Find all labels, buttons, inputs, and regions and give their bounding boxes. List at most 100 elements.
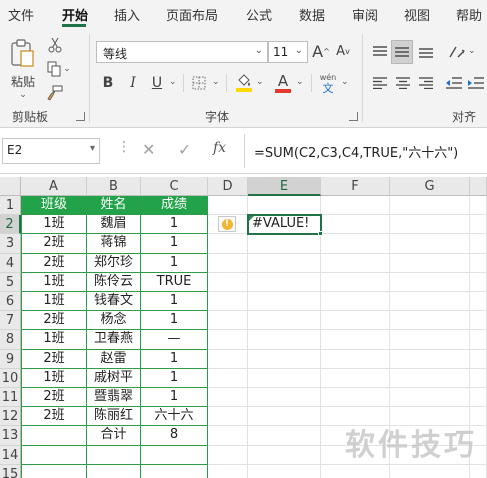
paste-dropdown-icon[interactable]: ⌄ (19, 90, 27, 100)
cell-overflow[interactable] (470, 349, 487, 369)
enter-icon[interactable]: ✓ (178, 140, 191, 159)
cell-c9[interactable]: 1 (141, 349, 208, 369)
format-painter-button[interactable] (44, 83, 66, 103)
cell-f11[interactable] (321, 388, 390, 408)
bold-button[interactable]: B (99, 72, 117, 94)
cell-b7[interactable]: 杨念 (87, 311, 141, 331)
cell-f6[interactable] (321, 292, 390, 312)
cell-a1[interactable]: 班级 (21, 196, 87, 216)
cell-a9[interactable]: 2班 (21, 349, 87, 369)
column-header-a[interactable]: A (21, 177, 87, 196)
cell-b8[interactable]: 卫春燕 (87, 330, 141, 350)
cell-f1[interactable] (321, 196, 390, 216)
cell-c4[interactable]: 1 (141, 253, 208, 273)
formula-input[interactable]: =SUM(C2,C3,C4,TRUE,"六十六") (254, 142, 458, 161)
cell-overflow[interactable] (470, 215, 487, 235)
cancel-icon[interactable]: ✕ (142, 140, 155, 159)
column-header-f[interactable]: F (321, 177, 390, 196)
cell-d7[interactable] (208, 311, 248, 331)
align-right-button[interactable] (416, 73, 436, 93)
cell-c12[interactable]: 六十六 (141, 407, 208, 427)
cell-c13[interactable]: 8 (141, 426, 208, 446)
row-header-8[interactable]: 8 (0, 330, 21, 350)
cell-g10[interactable] (390, 368, 470, 388)
cell-c3[interactable]: 1 (141, 234, 208, 254)
row-header-15[interactable]: 15 (0, 464, 21, 478)
column-header-e[interactable]: E (248, 177, 321, 196)
cell-b15[interactable] (87, 464, 141, 478)
cell-d13[interactable] (208, 426, 248, 446)
row-header-9[interactable]: 9 (0, 349, 21, 369)
cell-d14[interactable] (208, 445, 248, 465)
cell-f5[interactable] (321, 272, 390, 292)
column-header-c[interactable]: C (141, 177, 208, 196)
cell-c7[interactable]: 1 (141, 311, 208, 331)
cell-b10[interactable]: 戚树平 (87, 368, 141, 388)
cell-g4[interactable] (390, 253, 470, 273)
copy-button[interactable]: ⌄ (44, 59, 74, 79)
tab-file[interactable]: 文件 (8, 5, 34, 24)
cell-c14[interactable] (141, 445, 208, 465)
cell-d15[interactable] (208, 464, 248, 478)
cell-e8[interactable] (248, 330, 321, 350)
decrease-indent-button[interactable] (444, 73, 464, 93)
row-header-5[interactable]: 5 (0, 272, 21, 292)
row-header-10[interactable]: 10 (0, 368, 21, 388)
cell-f2[interactable] (321, 215, 390, 235)
row-header-2[interactable]: 2 (0, 215, 21, 235)
borders-dropdown-icon[interactable]: ⌄ (212, 77, 220, 87)
column-header-g[interactable]: G (390, 177, 470, 196)
cell-e3[interactable] (248, 234, 321, 254)
cell-e7[interactable] (248, 311, 321, 331)
cell-b13[interactable]: 合计 (87, 426, 141, 446)
cell-d1[interactable] (208, 196, 248, 216)
column-header-overflow[interactable] (470, 177, 487, 196)
column-header-d[interactable]: D (208, 177, 248, 196)
cell-overflow[interactable] (470, 330, 487, 350)
fill-handle[interactable] (318, 231, 323, 237)
font-launcher-icon[interactable] (349, 112, 358, 121)
cell-b4[interactable]: 郑尔珍 (87, 253, 141, 273)
cell-f3[interactable] (321, 234, 390, 254)
cell-g9[interactable] (390, 349, 470, 369)
tab-data[interactable]: 数据 (299, 5, 325, 24)
cell-e12[interactable] (248, 407, 321, 427)
phonetic-dropdown-icon[interactable]: ⌄ (341, 77, 349, 87)
cell-g2[interactable] (390, 215, 470, 235)
row-header-14[interactable]: 14 (0, 445, 21, 465)
cell-c1[interactable]: 成绩 (141, 196, 208, 216)
row-header-12[interactable]: 12 (0, 407, 21, 427)
cut-button[interactable] (44, 35, 66, 55)
cell-overflow[interactable] (470, 368, 487, 388)
grow-font-button[interactable]: A ^ (311, 40, 331, 62)
font-name-select[interactable]: 等线 ⌄ (96, 41, 268, 63)
cell-g15[interactable] (390, 464, 470, 478)
shrink-font-button[interactable]: Av (333, 40, 353, 62)
cell-overflow[interactable] (470, 292, 487, 312)
cell-d10[interactable] (208, 368, 248, 388)
cell-a12[interactable]: 2班 (21, 407, 87, 427)
cell-f9[interactable] (321, 349, 390, 369)
cell-e10[interactable] (248, 368, 321, 388)
row-header-4[interactable]: 4 (0, 253, 21, 273)
cell-c2[interactable]: 1 (141, 215, 208, 235)
insert-function-button[interactable]: fx (213, 140, 226, 156)
underline-dropdown-icon[interactable]: ⌄ (169, 77, 177, 87)
cell-e13[interactable] (248, 426, 321, 446)
cell-d4[interactable] (208, 253, 248, 273)
cell-a14[interactable] (21, 445, 87, 465)
italic-button[interactable]: I (124, 72, 142, 94)
tab-view[interactable]: 视图 (404, 5, 430, 24)
row-header-7[interactable]: 7 (0, 311, 21, 331)
cell-a8[interactable]: 1班 (21, 330, 87, 350)
tab-formulas[interactable]: 公式 (246, 5, 272, 24)
align-left-button[interactable] (370, 73, 390, 93)
cell-b2[interactable]: 魏眉 (87, 215, 141, 235)
cell-c6[interactable]: 1 (141, 292, 208, 312)
cell-f7[interactable] (321, 311, 390, 331)
underline-button[interactable]: U (148, 72, 166, 94)
cell-e14[interactable] (248, 445, 321, 465)
font-size-select[interactable]: 11 ⌄ (268, 41, 308, 63)
cell-d11[interactable] (208, 388, 248, 408)
cell-c5[interactable]: TRUE (141, 272, 208, 292)
